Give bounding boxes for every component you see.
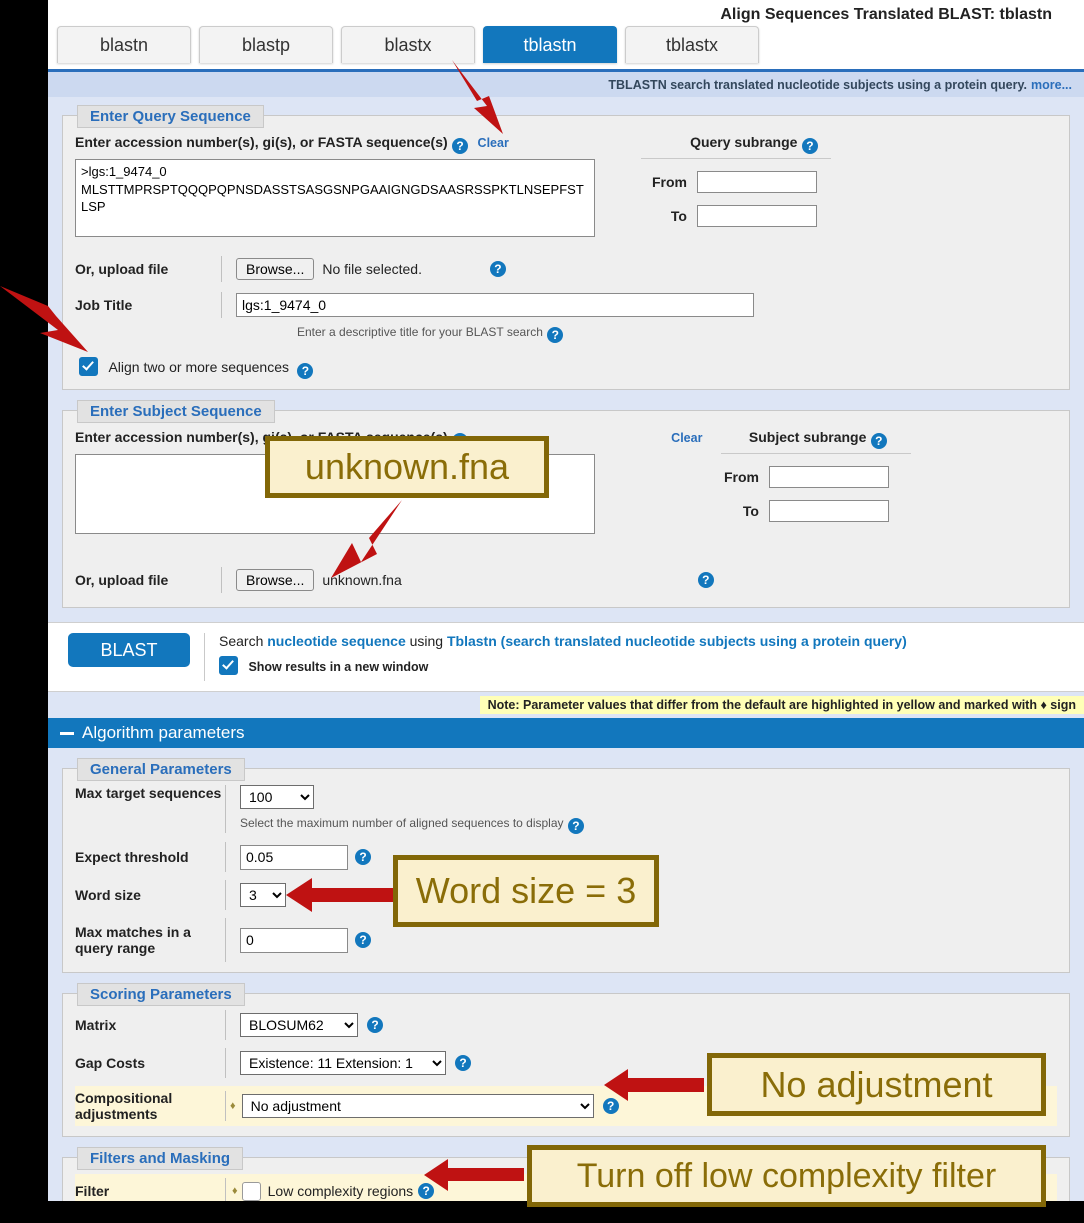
callout-low-complexity: Turn off low complexity filter bbox=[527, 1145, 1046, 1207]
callout-unknown-fna: unknown.fna bbox=[265, 436, 549, 498]
callout-word-size: Word size = 3 bbox=[393, 855, 659, 927]
annotation-arrows bbox=[0, 60, 704, 1191]
callout-no-adjustment: No adjustment bbox=[707, 1053, 1046, 1116]
